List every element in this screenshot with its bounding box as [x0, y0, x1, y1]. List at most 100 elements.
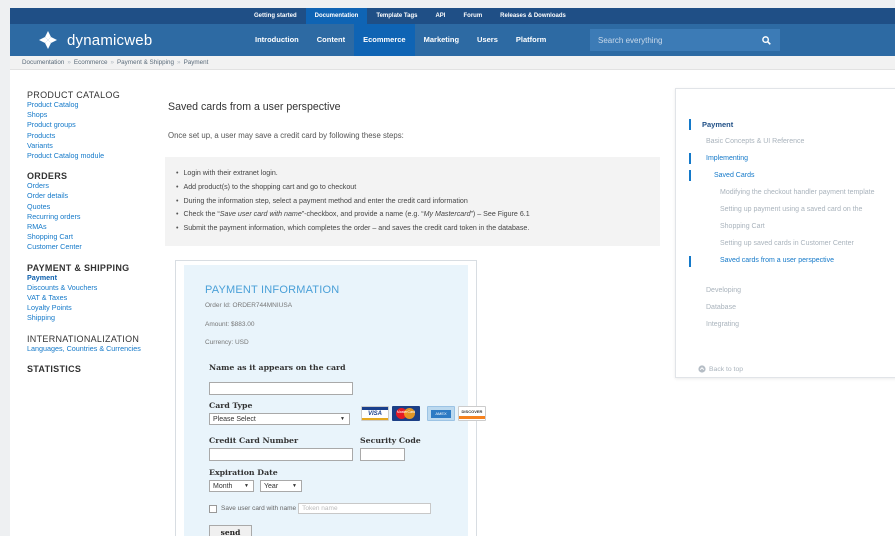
- logo[interactable]: dynamicweb: [38, 30, 152, 50]
- expiration-year-value: Year: [264, 483, 279, 490]
- sidebar-item-products[interactable]: Products: [27, 131, 177, 141]
- sidebar-item-product-catalog[interactable]: Product Catalog: [27, 100, 177, 110]
- name-on-card-input[interactable]: [209, 382, 353, 395]
- save-card-checkbox[interactable]: [209, 504, 217, 513]
- token-name-input[interactable]: Token name: [298, 503, 432, 514]
- main-content: Saved cards from a user perspective Once…: [165, 101, 668, 246]
- top-nav: Getting started Documentation Template T…: [10, 8, 895, 24]
- mastercard-card-icon: MasterCard: [392, 406, 420, 421]
- card-number-input[interactable]: [209, 448, 353, 461]
- card-type-label: Card Type: [209, 401, 253, 410]
- top-nav-releases-downloads[interactable]: Releases & Downloads: [491, 8, 575, 24]
- sidebar: PRODUCT CATALOG Product Catalog Shops Pr…: [27, 90, 177, 374]
- toc-item-integrating[interactable]: Integrating: [706, 321, 739, 328]
- breadcrumb-payment-shipping[interactable]: Payment & Shipping: [117, 59, 174, 66]
- amount: Amount: $883.00: [205, 321, 255, 328]
- sidebar-heading-internationalization: INTERNATIONALIZATION: [27, 333, 140, 344]
- breadcrumb-separator-icon: »: [67, 59, 71, 66]
- top-nav-getting-started[interactable]: Getting started: [245, 8, 306, 24]
- sidebar-item-orders[interactable]: Orders: [27, 181, 177, 191]
- search-icon: [762, 35, 771, 45]
- toc-active-marker: [689, 170, 691, 181]
- breadcrumb-documentation[interactable]: Documentation: [22, 59, 64, 66]
- payment-form-panel: PAYMENT INFORMATION Order Id: ORDER744MN…: [184, 265, 486, 536]
- expiration-month-value: Month: [213, 483, 233, 490]
- card-type-select[interactable]: Please Select ▼: [209, 413, 350, 425]
- sidebar-item-discounts-vouchers[interactable]: Discounts & Vouchers: [27, 283, 177, 293]
- list-item: Add product(s) to the shopping cart and …: [176, 181, 660, 195]
- sidebar-item-vat-taxes[interactable]: VAT & Taxes: [27, 293, 177, 303]
- search-box: [590, 29, 780, 51]
- toc-item-saved-cards[interactable]: Saved Cards: [714, 172, 754, 179]
- page-frame: Getting started Documentation Template T…: [10, 8, 895, 536]
- send-button[interactable]: send: [209, 525, 252, 536]
- search-input[interactable]: [590, 35, 750, 45]
- main-nav: dynamicweb Introduction Content Ecommerc…: [10, 24, 895, 56]
- top-nav-template-tags[interactable]: Template Tags: [367, 8, 426, 24]
- toc-item-database[interactable]: Database: [706, 304, 736, 311]
- sidebar-heading-orders: ORDERS: [27, 171, 68, 182]
- sidebar-heading-statistics[interactable]: STATISTICS: [27, 364, 177, 374]
- breadcrumb-ecommerce[interactable]: Ecommerce: [74, 59, 108, 66]
- toc-item-customer-center[interactable]: Setting up saved cards in Customer Cente…: [720, 240, 854, 247]
- back-to-top-link[interactable]: Back to top: [698, 365, 743, 373]
- top-nav-documentation[interactable]: Documentation: [305, 8, 368, 24]
- expiration-month-select[interactable]: Month ▼: [209, 480, 254, 492]
- expiration-date-label: Expiration Date: [209, 468, 278, 477]
- top-nav-links: Getting started Documentation Template T…: [245, 8, 575, 24]
- main-nav-introduction[interactable]: Introduction: [246, 24, 308, 56]
- toc-item-setting-up-payment[interactable]: Setting up payment using a saved card on…: [720, 206, 862, 213]
- sidebar-item-customer-center[interactable]: Customer Center: [27, 242, 177, 252]
- sidebar-item-product-groups[interactable]: Product groups: [27, 120, 177, 130]
- visa-card-icon: VISA: [361, 406, 389, 421]
- toc-item-modifying-checkout[interactable]: Modifying the checkout handler payment t…: [720, 189, 874, 196]
- toc-item-saved-cards-user-perspective[interactable]: Saved cards from a user perspective: [720, 257, 834, 264]
- list-item: Login with their extranet login.: [176, 167, 660, 181]
- sidebar-item-variants[interactable]: Variants: [27, 141, 177, 151]
- main-nav-ecommerce[interactable]: Ecommerce: [354, 24, 415, 56]
- name-on-card-label: Name as it appears on the card: [209, 363, 346, 372]
- sidebar-item-languages-countries-currencies[interactable]: Languages, Countries & Currencies: [27, 344, 177, 354]
- top-nav-forum[interactable]: Forum: [454, 8, 491, 24]
- sidebar-item-shopping-cart[interactable]: Shopping Cart: [27, 232, 177, 242]
- sidebar-item-shipping[interactable]: Shipping: [27, 313, 177, 323]
- breadcrumb-separator-icon: »: [110, 59, 114, 66]
- top-nav-api[interactable]: API: [426, 8, 454, 24]
- save-card-label: Save user card with name: [221, 505, 297, 512]
- expiration-year-select[interactable]: Year ▼: [260, 480, 302, 492]
- sidebar-item-product-catalog-module[interactable]: Product Catalog module: [27, 151, 177, 161]
- payment-form-figure: PAYMENT INFORMATION Order Id: ORDER744MN…: [175, 260, 486, 536]
- payment-form-heading: PAYMENT INFORMATION: [205, 284, 340, 296]
- main-nav-content[interactable]: Content: [308, 24, 354, 56]
- dynamicweb-logo-icon: [38, 30, 58, 50]
- card-number-label: Credit Card Number: [209, 436, 299, 445]
- table-of-contents: Payment Basic Concepts & UI Reference Im…: [675, 88, 895, 378]
- toc-item-developing[interactable]: Developing: [706, 287, 741, 294]
- sidebar-item-recurring-orders[interactable]: Recurring orders: [27, 212, 177, 222]
- sidebar-item-shops[interactable]: Shops: [27, 110, 177, 120]
- sidebar-item-rmas[interactable]: RMAs: [27, 222, 177, 232]
- sidebar-item-loyalty-points[interactable]: Loyalty Points: [27, 303, 177, 313]
- breadcrumb-payment[interactable]: Payment: [184, 59, 209, 66]
- toc-item-shopping-cart[interactable]: Shopping Cart: [720, 223, 765, 230]
- toc-active-marker: [689, 256, 691, 267]
- page-title: Saved cards from a user perspective: [168, 101, 341, 113]
- toc-item-basic-concepts[interactable]: Basic Concepts & UI Reference: [706, 138, 804, 145]
- steps-list: Login with their extranet login. Add pro…: [165, 157, 660, 246]
- sidebar-heading-product-catalog: PRODUCT CATALOG: [27, 90, 121, 100]
- main-nav-platform[interactable]: Platform: [507, 24, 555, 56]
- security-code-input[interactable]: [360, 448, 405, 461]
- breadcrumb: Documentation» Ecommerce» Payment & Shippi…: [10, 56, 895, 70]
- search-button[interactable]: [753, 29, 780, 51]
- sidebar-item-payment[interactable]: Payment: [27, 273, 177, 283]
- main-nav-users[interactable]: Users: [468, 24, 507, 56]
- breadcrumb-separator-icon: »: [177, 59, 181, 66]
- sidebar-item-quotes[interactable]: Quotes: [27, 202, 177, 212]
- sidebar-item-order-details[interactable]: Order details: [27, 191, 177, 201]
- main-nav-links: Introduction Content Ecommerce Marketing…: [246, 24, 555, 56]
- arrow-up-circle-icon: [698, 365, 706, 373]
- toc-item-implementing[interactable]: Implementing: [706, 155, 748, 162]
- main-nav-marketing[interactable]: Marketing: [415, 24, 468, 56]
- toc-heading-payment[interactable]: Payment: [702, 120, 733, 129]
- list-item: Check the “Save user card with name”-che…: [176, 208, 660, 222]
